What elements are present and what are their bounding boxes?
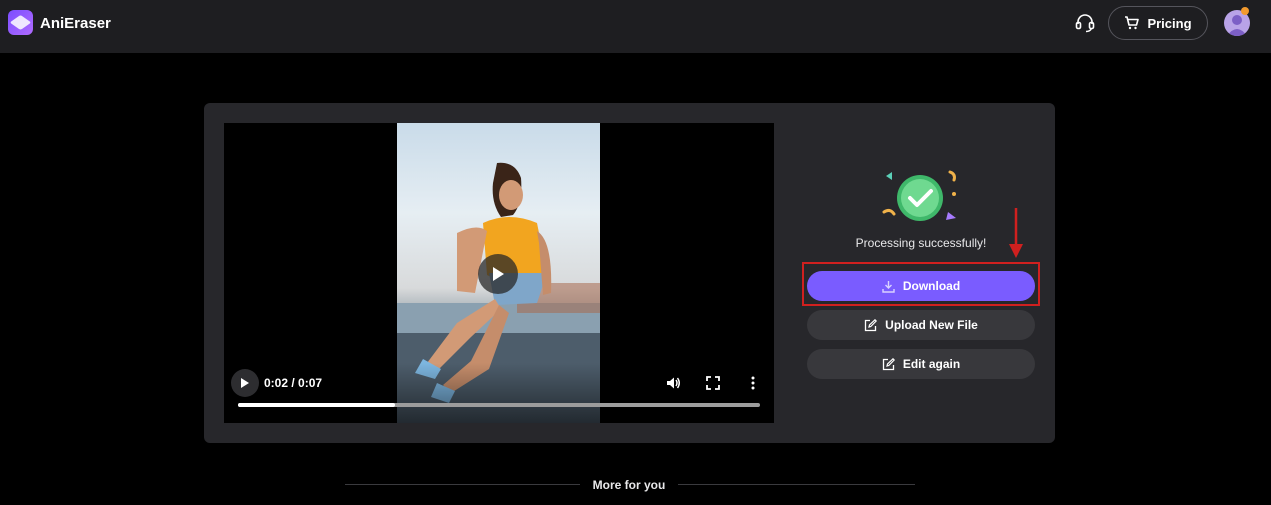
download-label: Download	[902, 279, 961, 293]
progress-bar[interactable]	[238, 403, 760, 407]
app-name[interactable]: AniEraser	[40, 15, 111, 32]
download-button[interactable]: Download	[807, 271, 1035, 301]
more-options-icon[interactable]	[745, 375, 761, 391]
more-for-you-heading: More for you	[592, 478, 666, 492]
big-play-button[interactable]	[478, 254, 518, 294]
success-check-icon	[882, 170, 956, 221]
arrow-indicator	[1009, 208, 1023, 258]
progress-fill	[238, 403, 395, 407]
play-button[interactable]	[231, 369, 259, 397]
notification-badge	[1241, 7, 1249, 15]
edit-icon	[882, 357, 895, 370]
play-icon	[493, 267, 504, 281]
edit-again-button[interactable]: Edit again	[807, 349, 1035, 379]
upload-label: Upload New File	[885, 318, 978, 332]
fullscreen-icon[interactable]	[705, 375, 721, 391]
headset-icon[interactable]	[1074, 12, 1096, 34]
pricing-button[interactable]: Pricing	[1108, 6, 1208, 40]
status-message: Processing successfully!	[855, 236, 987, 250]
upload-new-file-button[interactable]: Upload New File	[807, 310, 1035, 340]
controls-overlay	[224, 363, 774, 423]
edit-icon	[865, 318, 878, 331]
logo-icon[interactable]	[8, 10, 33, 35]
cart-icon	[1125, 16, 1140, 30]
top-bar: AniEraser Pricing	[0, 0, 1271, 53]
volume-icon[interactable]	[665, 375, 681, 391]
play-icon	[241, 378, 249, 388]
video-player[interactable]: 0:02 / 0:07	[224, 123, 774, 423]
divider-right	[678, 484, 915, 485]
download-icon	[882, 280, 895, 293]
edit-label: Edit again	[902, 357, 961, 371]
pricing-label: Pricing	[1147, 15, 1192, 31]
divider-left	[345, 484, 580, 485]
time-display: 0:02 / 0:07	[264, 376, 323, 390]
